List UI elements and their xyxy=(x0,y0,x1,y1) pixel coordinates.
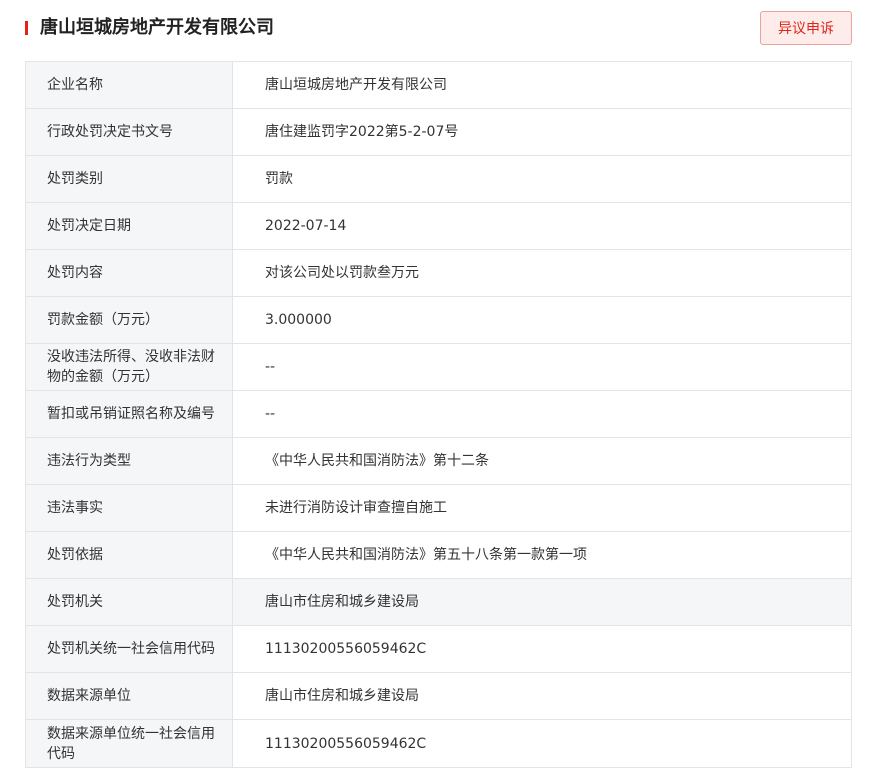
row-value: 3.000000 xyxy=(265,312,332,328)
row-label: 没收违法所得、没收非法财物的金额（万元） xyxy=(26,344,233,390)
row-label: 处罚内容 xyxy=(26,250,233,296)
table-row: 处罚机关 唐山市住房和城乡建设局 xyxy=(26,579,851,626)
row-value: 《中华人民共和国消防法》第十二条 xyxy=(265,453,489,469)
row-value: -- xyxy=(265,406,276,422)
table-row: 处罚决定日期 2022-07-14 xyxy=(26,203,851,250)
table-row: 企业名称 唐山垣城房地产开发有限公司 xyxy=(26,62,851,109)
table-row: 处罚依据 《中华人民共和国消防法》第五十八条第一款第一项 xyxy=(26,532,851,579)
table-row: 处罚内容 对该公司处以罚款叁万元 xyxy=(26,250,851,297)
table-row: 罚款金额（万元） 3.000000 xyxy=(26,297,851,344)
row-value: 唐住建监罚字2022第5-2-07号 xyxy=(265,124,459,140)
row-label: 处罚机关 xyxy=(26,579,233,625)
table-row: 行政处罚决定书文号 唐住建监罚字2022第5-2-07号 xyxy=(26,109,851,156)
row-label: 处罚类别 xyxy=(26,156,233,202)
row-label: 企业名称 xyxy=(26,62,233,108)
row-label: 暂扣或吊销证照名称及编号 xyxy=(26,391,233,437)
row-value: 唐山市住房和城乡建设局 xyxy=(233,579,851,625)
row-value: 罚款 xyxy=(265,171,293,187)
penalty-detail-page: 唐山垣城房地产开发有限公司 异议申诉 企业名称 唐山垣城房地产开发有限公司 行政… xyxy=(0,0,882,780)
row-label: 违法行为类型 xyxy=(26,438,233,484)
table-row: 暂扣或吊销证照名称及编号 -- xyxy=(26,391,851,438)
table-row: 处罚类别 罚款 xyxy=(26,156,851,203)
table-row: 没收违法所得、没收非法财物的金额（万元） -- xyxy=(26,344,851,391)
row-label: 处罚机关统一社会信用代码 xyxy=(26,626,233,672)
table-row: 数据来源单位 唐山市住房和城乡建设局 xyxy=(26,673,851,720)
table-row: 处罚机关统一社会信用代码 11130200556059462C xyxy=(26,626,851,673)
row-label: 行政处罚决定书文号 xyxy=(26,109,233,155)
page-title: 唐山垣城房地产开发有限公司 xyxy=(40,17,274,38)
row-value: 11130200556059462C xyxy=(265,735,427,752)
row-value: 《中华人民共和国消防法》第五十八条第一款第一项 xyxy=(265,547,587,563)
row-label: 数据来源单位统一社会信用代码 xyxy=(26,720,233,767)
row-value: 2022-07-14 xyxy=(265,218,347,234)
penalty-info-table: 企业名称 唐山垣城房地产开发有限公司 行政处罚决定书文号 唐住建监罚字2022第… xyxy=(25,61,852,768)
table-row: 违法行为类型 《中华人民共和国消防法》第十二条 xyxy=(26,438,851,485)
row-value: 对该公司处以罚款叁万元 xyxy=(265,265,419,281)
row-value: -- xyxy=(265,359,276,375)
row-label: 罚款金额（万元） xyxy=(26,297,233,343)
row-value: 唐山垣城房地产开发有限公司 xyxy=(265,77,447,93)
table-row: 数据来源单位统一社会信用代码 11130200556059462C xyxy=(26,720,851,767)
appeal-button[interactable]: 异议申诉 xyxy=(760,11,852,45)
row-label: 处罚决定日期 xyxy=(26,203,233,249)
table-row: 违法事实 未进行消防设计审查擅自施工 xyxy=(26,485,851,532)
page-header: 唐山垣城房地产开发有限公司 异议申诉 xyxy=(0,0,882,58)
row-label: 数据来源单位 xyxy=(26,673,233,719)
title-accent-bar xyxy=(25,21,28,35)
row-value: 11130200556059462C xyxy=(265,641,427,657)
row-value: 唐山市住房和城乡建设局 xyxy=(265,688,419,704)
row-value: 未进行消防设计审查擅自施工 xyxy=(265,500,447,516)
row-label: 处罚依据 xyxy=(26,532,233,578)
row-label: 违法事实 xyxy=(26,485,233,531)
